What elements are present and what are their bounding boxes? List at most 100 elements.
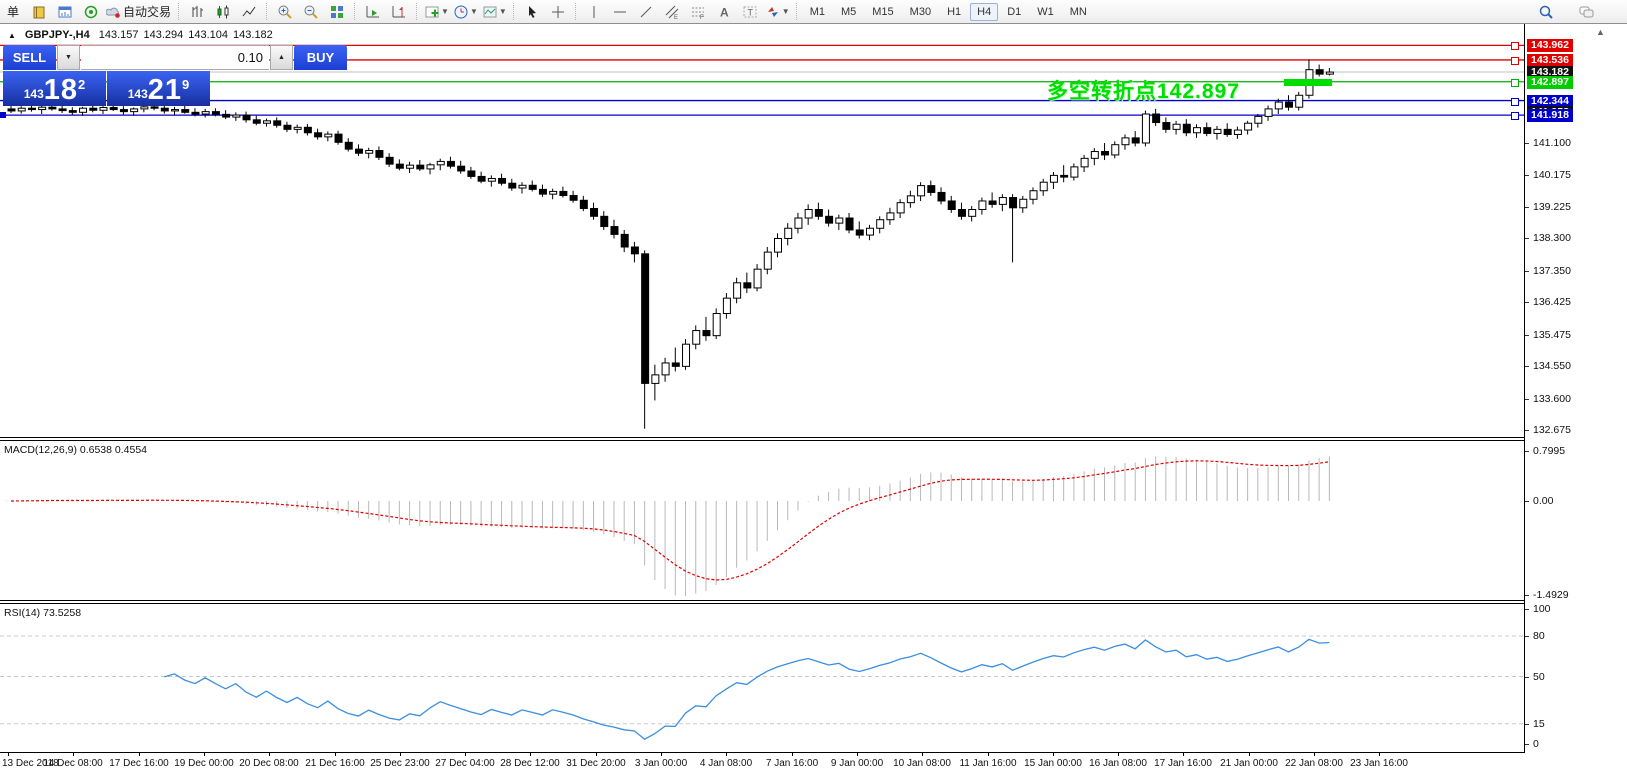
timeframe-h1[interactable]: H1	[940, 3, 968, 21]
main-toolbar: 单自动交易▼▼▼EFAT▼M1M5M15M30H1H4D1W1MN	[0, 0, 1627, 24]
ohlc-high: 143.294	[144, 29, 184, 41]
bar-chart-icon[interactable]	[184, 1, 210, 22]
candle-body	[49, 107, 56, 109]
timeframe-w1[interactable]: W1	[1030, 3, 1061, 21]
candle-body	[662, 363, 669, 375]
timeframe-d1[interactable]: D1	[1000, 3, 1028, 21]
macd-histogram	[11, 457, 1329, 597]
macd-signal-line	[11, 461, 1329, 580]
hline-right-handle[interactable]	[1511, 42, 1519, 50]
vertical-line-icon[interactable]	[581, 1, 607, 22]
candle-body	[69, 111, 76, 113]
candle-body	[345, 142, 352, 149]
candle-body	[1204, 128, 1211, 134]
new-order-button[interactable]: 单	[0, 1, 26, 22]
line-chart-icon[interactable]	[236, 1, 262, 22]
candle-body	[928, 186, 935, 193]
market-watch-icon[interactable]	[26, 1, 52, 22]
trendline-icon[interactable]	[633, 1, 659, 22]
candle-body	[1326, 72, 1333, 74]
time-axis-separator	[0, 752, 1627, 753]
bid-price[interactable]: 143 18 2	[3, 71, 106, 106]
timeframe-m30[interactable]: M30	[903, 3, 938, 21]
ohlc-open: 143.157	[99, 29, 139, 41]
hline-price-label: 143.962	[1527, 39, 1573, 52]
scale-tick	[1525, 207, 1529, 208]
candle-body	[1255, 116, 1262, 123]
volume-increase-button[interactable]: ▲	[270, 45, 293, 70]
search-icon[interactable]	[1533, 1, 1559, 22]
chat-icon[interactable]	[1573, 1, 1599, 22]
text-icon[interactable]: A	[711, 1, 737, 22]
sell-button[interactable]: SELL	[3, 45, 56, 70]
turning-point-annotation[interactable]: 多空转折点142.897	[1047, 75, 1240, 105]
toolbar-group	[272, 0, 350, 23]
candle-body	[396, 164, 403, 168]
text-label-icon[interactable]: T	[737, 1, 763, 22]
zoom-out-icon[interactable]	[298, 1, 324, 22]
turning-point-rectangle[interactable]	[1284, 79, 1332, 86]
time-tick-label: 21 Jan 00:00	[1220, 758, 1278, 769]
macd-rsi-separator[interactable]	[0, 600, 1627, 604]
rsi-tick: 0	[1533, 738, 1539, 750]
candle-body	[407, 165, 414, 168]
candle-body	[1020, 199, 1027, 208]
main-macd-separator[interactable]	[0, 437, 1627, 441]
candle-body	[284, 125, 291, 129]
zoom-in-icon[interactable]	[272, 1, 298, 22]
one-click-trading-panel: SELL ▼ ▲ BUY 143 18 2 143 21 9	[3, 45, 210, 106]
candle-body	[1214, 129, 1221, 133]
indicators-icon[interactable]: ▼	[422, 1, 451, 22]
macd-tick: -1.4929	[1533, 589, 1569, 601]
candle-body	[1296, 95, 1303, 107]
candle-body	[1316, 70, 1323, 74]
volume-decrease-button[interactable]: ▼	[57, 45, 80, 70]
bid-price-pip: 2	[78, 77, 85, 92]
hline-right-handle[interactable]	[1511, 79, 1519, 87]
timeframe-m15[interactable]: M15	[865, 3, 900, 21]
time-tick-label: 25 Dec 23:00	[370, 758, 430, 769]
candle-body	[376, 151, 383, 158]
candlestick-chart-icon[interactable]	[210, 1, 236, 22]
timeframe-m1[interactable]: M1	[803, 3, 832, 21]
ask-price-prefix: 143	[128, 87, 148, 101]
scale-tick	[1525, 238, 1529, 239]
fibonacci-icon[interactable]: F	[685, 1, 711, 22]
timeframe-mn[interactable]: MN	[1063, 3, 1094, 21]
ask-price[interactable]: 143 21 9	[107, 71, 210, 106]
horizontal-line-icon[interactable]	[607, 1, 633, 22]
timeframe-m5[interactable]: M5	[834, 3, 863, 21]
candle-body	[805, 209, 812, 218]
crosshair-icon[interactable]	[545, 1, 571, 22]
hline-left-handle[interactable]	[0, 112, 6, 118]
candle-body	[417, 165, 424, 169]
templates-icon[interactable]: ▼	[480, 1, 509, 22]
hline-right-handle[interactable]	[1511, 98, 1519, 106]
data-window-icon[interactable]	[52, 1, 78, 22]
volume-input[interactable]	[81, 45, 269, 70]
candle-body	[131, 109, 138, 112]
cursor-icon[interactable]	[519, 1, 545, 22]
bid-price-prefix: 143	[24, 87, 44, 101]
buy-button[interactable]: BUY	[294, 45, 347, 70]
navigator-icon[interactable]	[78, 1, 104, 22]
macd-tick: 0.7995	[1533, 445, 1565, 457]
tile-windows-icon[interactable]	[324, 1, 350, 22]
timeframe-h4[interactable]: H4	[970, 3, 998, 21]
rsi-tick: 100	[1533, 603, 1551, 615]
autotrading-button[interactable]: 自动交易	[104, 1, 174, 22]
arrow-tools-icon[interactable]: ▼	[763, 1, 792, 22]
candle-body	[141, 107, 148, 109]
auto-scroll-icon[interactable]	[360, 1, 386, 22]
collapse-panel-icon[interactable]: ▲	[8, 31, 16, 40]
scroll-marker-icon[interactable]: ▲	[1596, 27, 1605, 37]
chart-shift-icon[interactable]	[386, 1, 412, 22]
candle-body	[59, 109, 66, 111]
candle-body	[938, 192, 945, 201]
equidistant-channel-icon[interactable]: E	[659, 1, 685, 22]
hline-right-handle[interactable]	[1511, 112, 1519, 120]
periods-icon[interactable]: ▼	[451, 1, 480, 22]
candle-body	[826, 216, 833, 223]
candle-body	[294, 127, 301, 129]
hline-right-handle[interactable]	[1511, 57, 1519, 65]
